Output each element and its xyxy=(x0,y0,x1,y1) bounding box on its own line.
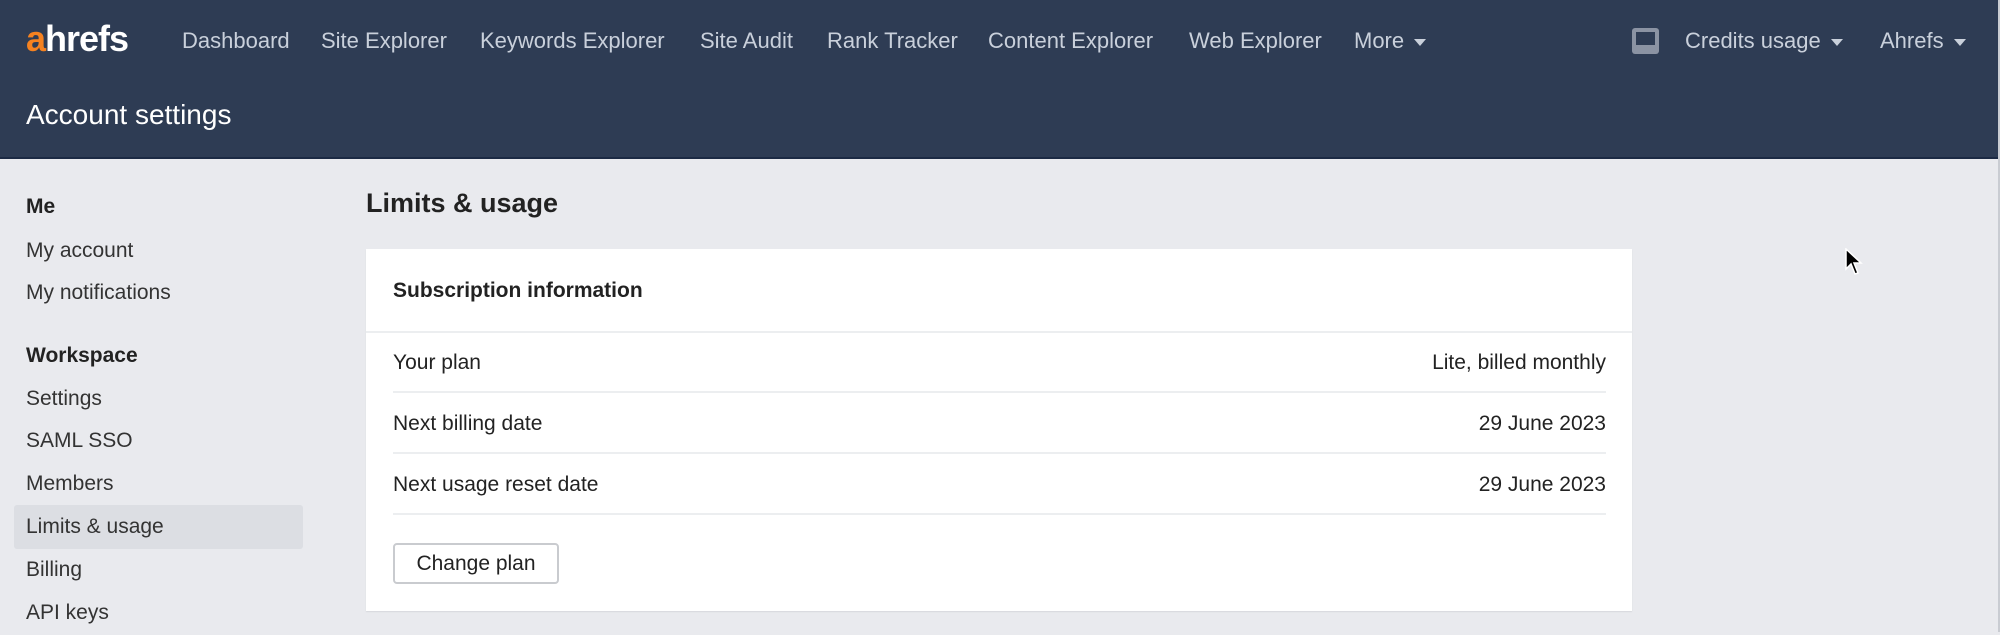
caret-down-icon xyxy=(1414,38,1427,46)
sidebar-heading-workspace: Workspace xyxy=(26,344,138,367)
row-label: Your plan xyxy=(393,351,481,374)
mouse-cursor-icon xyxy=(1845,248,1863,275)
sidebar-item-my-notifications[interactable]: My notifications xyxy=(14,271,303,315)
sidebar-item-members[interactable]: Members xyxy=(14,462,303,506)
nav-dashboard[interactable]: Dashboard xyxy=(182,28,290,54)
section-title: Limits & usage xyxy=(366,188,559,218)
nav-site-audit[interactable]: Site Audit xyxy=(700,28,793,54)
row-value: Lite, billed monthly xyxy=(1432,351,1606,374)
card-title: Subscription information xyxy=(393,279,643,302)
usage-reset-row: Next usage reset date 29 June 2023 xyxy=(393,455,1606,515)
page-title: Account settings xyxy=(26,99,232,130)
sidebar-item-saml-sso[interactable]: SAML SSO xyxy=(14,419,303,463)
subscription-card: Subscription information Your plan Lite, … xyxy=(366,249,1632,611)
sidebar-item-limits-usage[interactable]: Limits & usage xyxy=(14,505,303,549)
sidebar-heading-me: Me xyxy=(26,195,56,218)
nav-content-explorer[interactable]: Content Explorer xyxy=(988,28,1153,54)
change-plan-button[interactable]: Change plan xyxy=(393,543,559,584)
top-navigation-bar: ahrefs Dashboard Site Explorer Keywords … xyxy=(0,0,1998,159)
credits-usage-dropdown[interactable]: Credits usage xyxy=(1685,28,1843,54)
nav-more-dropdown[interactable]: More xyxy=(1354,28,1427,54)
sidebar-item-billing[interactable]: Billing xyxy=(14,548,303,592)
sidebar-item-settings[interactable]: Settings xyxy=(14,377,303,421)
row-value: 29 June 2023 xyxy=(1478,473,1606,496)
nav-rank-tracker[interactable]: Rank Tracker xyxy=(827,28,958,54)
account-dropdown[interactable]: Ahrefs xyxy=(1880,28,1966,54)
nav-keywords-explorer[interactable]: Keywords Explorer xyxy=(480,28,665,54)
caret-down-icon xyxy=(1953,38,1966,46)
plan-row: Your plan Lite, billed monthly xyxy=(393,333,1606,393)
row-label: Next usage reset date xyxy=(393,473,599,496)
next-billing-row: Next billing date 29 June 2023 xyxy=(393,394,1606,454)
ahrefs-logo[interactable]: ahrefs xyxy=(26,18,129,60)
sidebar-item-api-keys[interactable]: API keys xyxy=(14,591,303,635)
nav-web-explorer[interactable]: Web Explorer xyxy=(1189,28,1322,54)
row-label: Next billing date xyxy=(393,412,543,435)
row-value: 29 June 2023 xyxy=(1478,412,1606,435)
sidebar-item-my-account[interactable]: My account xyxy=(14,229,303,273)
nav-site-explorer[interactable]: Site Explorer xyxy=(321,28,447,54)
caret-down-icon xyxy=(1830,38,1843,46)
inbox-icon[interactable] xyxy=(1632,28,1659,54)
